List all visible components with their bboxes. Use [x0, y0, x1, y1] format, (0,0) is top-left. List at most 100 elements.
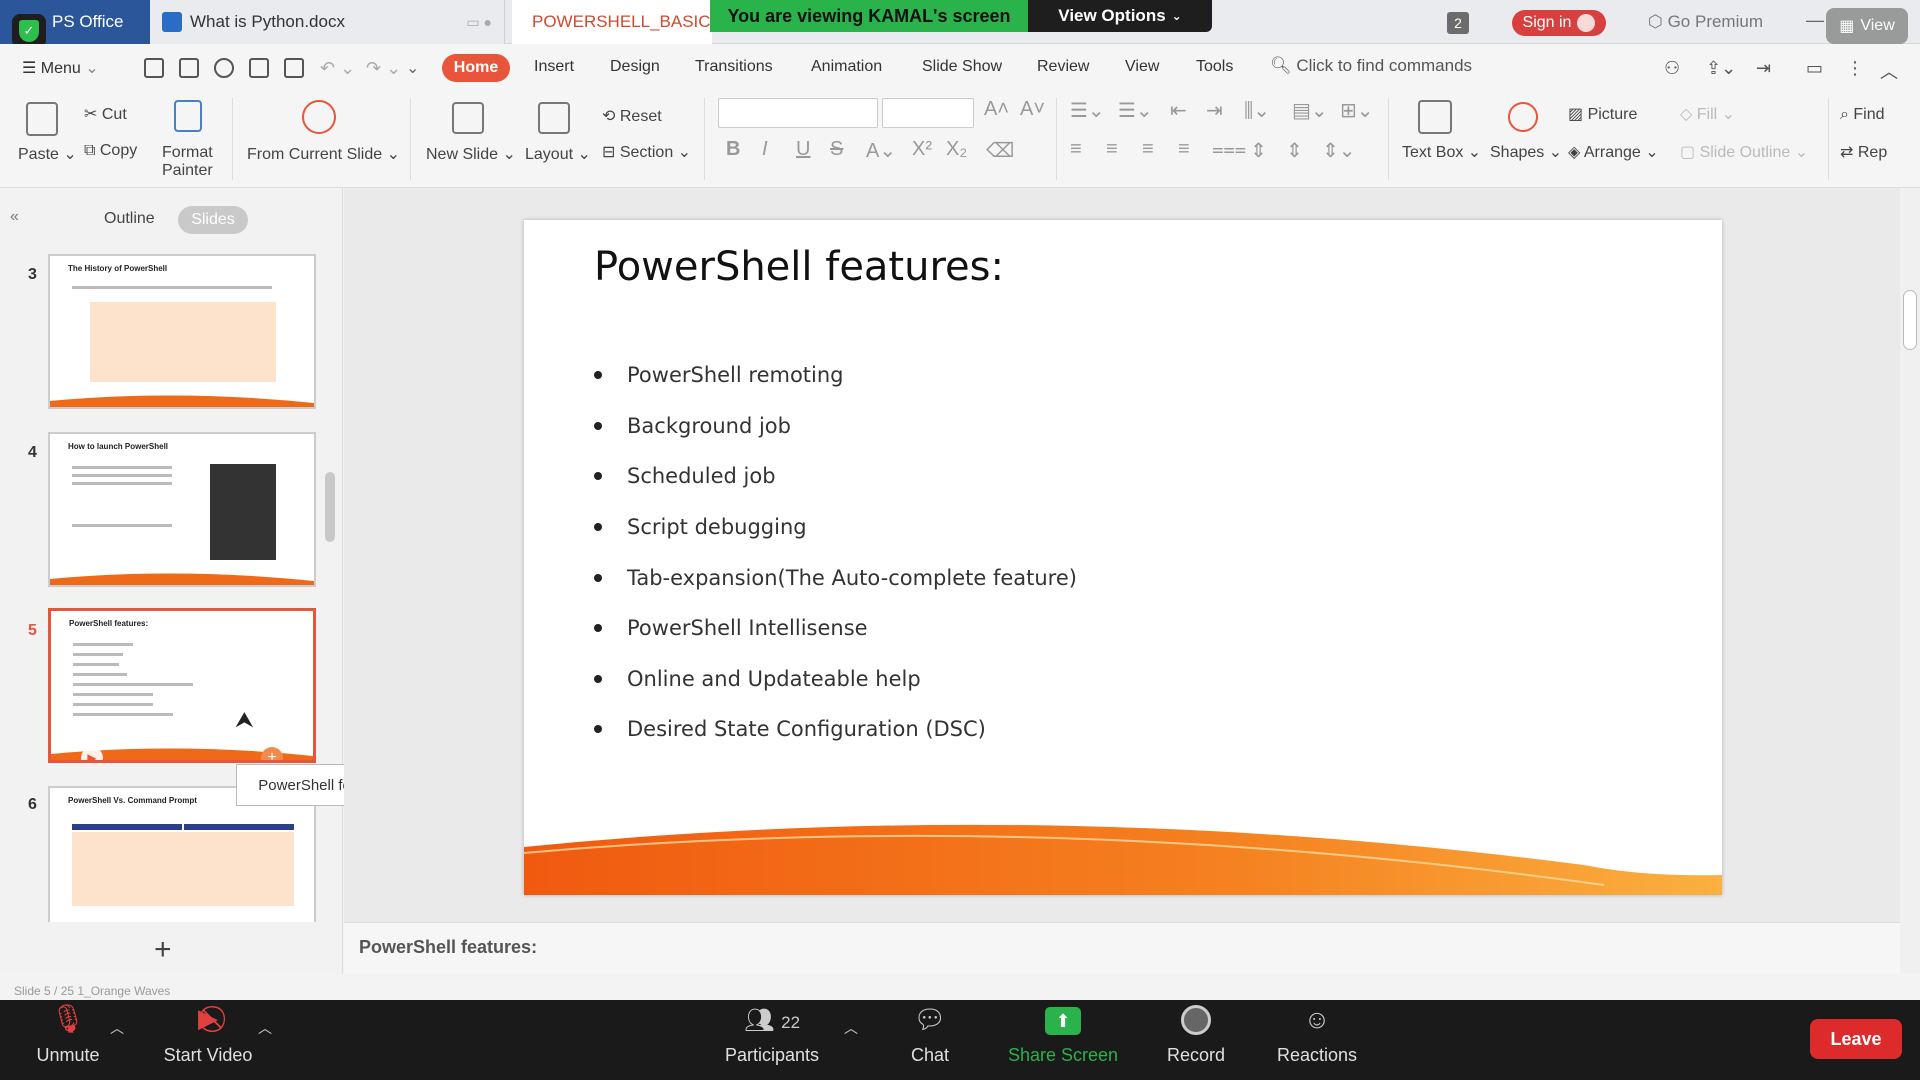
tab-view[interactable]: View: [1125, 58, 1159, 76]
subscript-icon[interactable]: X₂: [946, 138, 967, 161]
layout-button[interactable]: Layout ⌄: [525, 144, 591, 164]
document-tab-powershell[interactable]: POWERSHELL_BASIC: [512, 0, 712, 44]
strikethrough-icon[interactable]: S: [830, 138, 843, 161]
reset-button[interactable]: ⟲ Reset: [602, 106, 662, 126]
new-slide-button[interactable]: New Slide ⌄: [426, 144, 516, 164]
participants-options-icon[interactable]: ︿: [844, 1018, 858, 1038]
new-slide-icon[interactable]: [452, 102, 484, 134]
tab-outline[interactable]: Outline: [104, 210, 155, 228]
video-options-icon[interactable]: ︿: [258, 1018, 272, 1038]
align-text-icon[interactable]: ⊞⌄: [1340, 98, 1374, 123]
chat-button[interactable]: 💬︎ Chat: [900, 1000, 960, 1080]
align-center-icon[interactable]: ≡: [1106, 138, 1118, 161]
open-folder-icon[interactable]: [144, 58, 164, 78]
cut-button[interactable]: ✂ Cut: [84, 104, 127, 124]
section-button[interactable]: ⊟ Section ⌄: [602, 142, 691, 162]
reactions-button[interactable]: ☺︎ Reactions: [1272, 1000, 1362, 1080]
tab-slide-show[interactable]: Slide Show: [922, 58, 1002, 76]
text-direction-icon[interactable]: ⫼⌄: [1244, 98, 1270, 123]
view-options-button[interactable]: View Options ⌄: [1028, 0, 1212, 32]
text-box-button[interactable]: Text Box ⌄: [1402, 142, 1481, 162]
numbering-icon[interactable]: ☰⌄: [1118, 98, 1153, 123]
spacing-options-icon[interactable]: ⇕⌄: [1322, 138, 1356, 163]
play-icon[interactable]: [302, 100, 336, 134]
collapse-panel-icon[interactable]: «: [10, 208, 19, 226]
italic-icon[interactable]: I: [762, 138, 768, 161]
format-brush-icon[interactable]: [214, 58, 234, 78]
comment-icon[interactable]: ▭: [1806, 58, 1823, 79]
replace-button[interactable]: ⇄ Rep: [1840, 142, 1887, 162]
start-video-button[interactable]: ▶︎⃠ Start Video: [150, 1000, 266, 1080]
decrease-indent-icon[interactable]: ⇤: [1170, 98, 1187, 123]
notes-pane[interactable]: PowerShell features:: [344, 922, 1900, 974]
collapse-ribbon-icon[interactable]: ︿: [1880, 58, 1898, 84]
columns-icon[interactable]: ▤⌄: [1292, 98, 1328, 123]
minimize-icon[interactable]: —: [1806, 10, 1824, 31]
redo-icon[interactable]: ↷ ⌄: [366, 58, 401, 79]
collaborate-icon[interactable]: ⚇: [1664, 58, 1680, 79]
arrange-button[interactable]: ◈ Arrange ⌄: [1568, 142, 1659, 162]
tab-slides[interactable]: Slides: [178, 206, 248, 234]
layout-icon[interactable]: [538, 102, 570, 134]
slide-title[interactable]: PowerShell features:: [594, 244, 1004, 290]
format-painter-button[interactable]: Format Painter: [162, 144, 213, 180]
superscript-icon[interactable]: X²: [912, 138, 932, 161]
align-right-icon[interactable]: ≡: [1142, 138, 1154, 161]
slide-thumbnail-4[interactable]: How to launch PowerShell: [48, 432, 316, 587]
share-screen-button[interactable]: ⬆ Share Screen: [1003, 1000, 1123, 1080]
bullet-list[interactable]: PowerShell remoting Background job Sched…: [594, 350, 1077, 755]
canvas-scroll-thumb[interactable]: [1903, 290, 1917, 350]
copy-button[interactable]: ⧉ Copy: [84, 142, 137, 160]
picture-button[interactable]: ▨ Picture: [1568, 104, 1637, 124]
print-preview-icon[interactable]: [284, 58, 304, 78]
tab-review[interactable]: Review: [1037, 58, 1089, 76]
bold-icon[interactable]: B: [726, 138, 740, 161]
window-count-badge[interactable]: 2: [1447, 12, 1469, 34]
distribute-icon[interactable]: ⩶: [1212, 138, 1246, 161]
underline-icon[interactable]: U: [796, 138, 810, 161]
record-button[interactable]: Record: [1160, 1000, 1232, 1080]
find-button[interactable]: ⌕ Find: [1840, 106, 1885, 124]
tab-home[interactable]: Home: [442, 54, 510, 82]
paste-icon[interactable]: [26, 102, 58, 136]
slide-thumbnail-5[interactable]: PowerShell features: ▶ + ⮝: [48, 608, 316, 763]
slide-thumbnail-6[interactable]: PowerShell Vs. Command Prompt: [48, 786, 316, 922]
bullets-icon[interactable]: ☰⌄: [1070, 98, 1105, 123]
increase-font-icon[interactable]: A˄: [984, 98, 1009, 121]
customize-toolbar-icon[interactable]: ⌄: [406, 58, 419, 78]
current-slide[interactable]: PowerShell features: PowerShell remoting…: [524, 220, 1722, 895]
play-slide-icon[interactable]: ▶: [81, 747, 103, 760]
font-color-icon[interactable]: A⌄: [866, 138, 896, 163]
format-painter-icon[interactable]: [174, 100, 202, 132]
paragraph-spacing-icon[interactable]: ⇕: [1286, 138, 1303, 163]
security-shield-icon[interactable]: ✓: [12, 14, 46, 48]
paste-button[interactable]: Paste ⌄: [18, 144, 77, 164]
eraser-icon[interactable]: ⌫: [986, 138, 1014, 163]
add-slide-button[interactable]: +: [154, 933, 172, 967]
line-spacing-icon[interactable]: ⇕: [1250, 138, 1267, 163]
audio-options-icon[interactable]: ︿: [110, 1018, 124, 1038]
font-family-select[interactable]: [718, 98, 878, 128]
align-left-icon[interactable]: ≡: [1070, 138, 1082, 161]
font-size-select[interactable]: [882, 98, 974, 128]
slide-outline-button[interactable]: ▢ Slide Outline ⌄: [1680, 142, 1808, 162]
leave-button[interactable]: Leave: [1810, 1019, 1902, 1059]
export-icon[interactable]: ⇥: [1756, 58, 1771, 79]
justify-icon[interactable]: ≡: [1178, 138, 1190, 161]
slide-thumbnail-3[interactable]: The History of PowerShell: [48, 254, 316, 409]
text-box-icon[interactable]: [1418, 100, 1452, 134]
fill-button[interactable]: ◇ Fill ⌄: [1680, 104, 1735, 124]
increase-indent-icon[interactable]: ⇥: [1206, 98, 1223, 123]
undo-icon[interactable]: ↶ ⌄: [320, 58, 355, 79]
print-icon[interactable]: [249, 58, 269, 78]
tab-insert[interactable]: Insert: [534, 58, 574, 76]
go-premium-button[interactable]: ⬡ Go Premium: [1648, 12, 1763, 32]
panel-scrollbar[interactable]: [325, 472, 335, 542]
find-commands-search[interactable]: 🔍︎ Click to find commands: [1270, 56, 1472, 76]
participants-button[interactable]: 👥︎ 22 Participants: [716, 1000, 828, 1080]
tab-tools[interactable]: Tools: [1196, 58, 1233, 76]
sign-in-button[interactable]: Sign in: [1512, 10, 1606, 36]
share-icon[interactable]: ⇪⌄: [1706, 58, 1736, 79]
menu-button[interactable]: ☰ Menu ⌄: [22, 58, 99, 78]
decrease-font-icon[interactable]: A˅: [1020, 98, 1045, 121]
